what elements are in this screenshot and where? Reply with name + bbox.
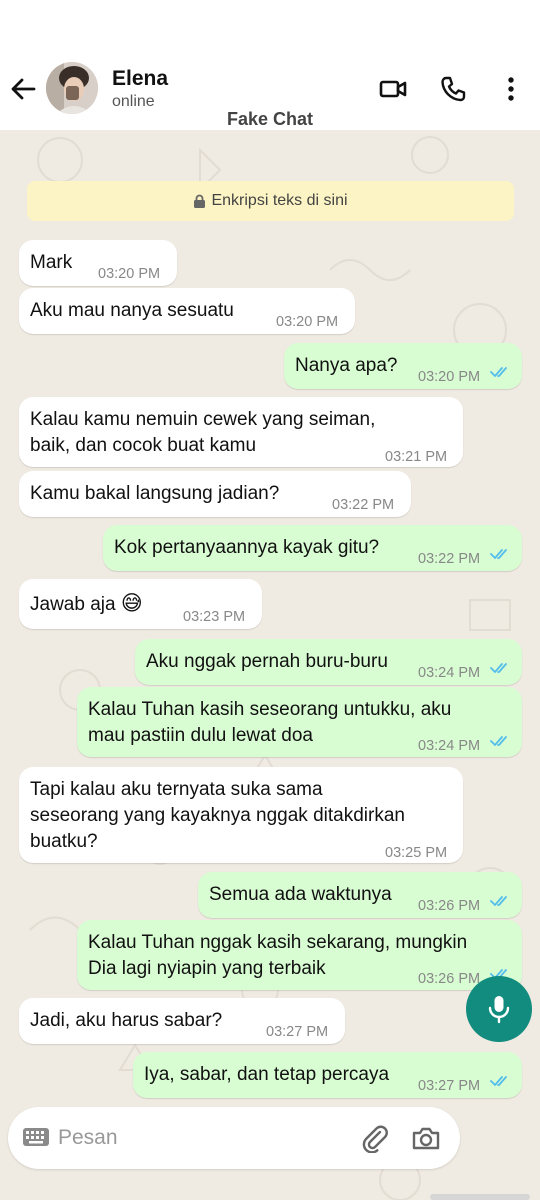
- message-time: 03:27 PM: [266, 1024, 329, 1040]
- video-call-icon[interactable]: [378, 74, 408, 104]
- message-bubble-incoming[interactable]: Aku mau nanya sesuatu 03:20 PM: [19, 288, 355, 334]
- message-line: Jawab aja: [30, 594, 116, 615]
- message-input[interactable]: [58, 1123, 298, 1153]
- message-line: Dia lagi nyiapin yang terbaik: [88, 958, 326, 979]
- encryption-text: Enkripsi teks di sini: [211, 192, 348, 209]
- message-time: 03:20 PM: [418, 369, 481, 385]
- message-bubble-incoming[interactable]: Jadi, aku harus sabar? 03:27 PM: [19, 998, 345, 1044]
- read-receipt-icon: [490, 736, 507, 746]
- message-line: Kalau kamu nemuin cewek yang seiman,: [30, 409, 376, 430]
- message-bubble-incoming[interactable]: Kalau kamu nemuin cewek yang seiman, bai…: [19, 397, 463, 467]
- message-time: 03:27 PM: [418, 1078, 481, 1094]
- message-bubble-outgoing[interactable]: Kok pertanyaannya kayak gitu? 03:22 PM: [103, 525, 522, 571]
- more-options-icon[interactable]: [496, 74, 526, 104]
- read-receipt-icon: [490, 367, 507, 377]
- message-text: Mark: [30, 252, 73, 273]
- message-text: Kalau Tuhan nggak kasih sekarang, mungki…: [88, 930, 467, 982]
- message-line: Kalau Tuhan nggak kasih sekarang, mungki…: [88, 932, 468, 953]
- read-receipt-icon: [490, 1076, 507, 1086]
- read-receipt-icon: [490, 896, 507, 906]
- message-time: 03:25 PM: [385, 845, 448, 861]
- message-line: buatku?: [30, 831, 98, 852]
- message-bubble-outgoing[interactable]: Kalau Tuhan kasih seseorang untukku, aku…: [77, 687, 522, 757]
- message-bubble-outgoing[interactable]: Iya, sabar, dan tetap percaya 03:27 PM: [133, 1052, 522, 1098]
- message-text: Nanya apa?: [295, 355, 398, 376]
- grinning-sweat-emoji: 😅: [120, 592, 143, 615]
- camera-icon[interactable]: [411, 1123, 441, 1153]
- encryption-notice[interactable]: Enkripsi teks di sini: [27, 181, 514, 221]
- read-receipt-icon: [490, 663, 507, 673]
- message-line: baik, dan cocok buat kamu: [30, 435, 257, 456]
- back-arrow-icon[interactable]: [8, 74, 38, 104]
- message-text: Kamu bakal langsung jadian?: [30, 483, 280, 504]
- message-time: 03:24 PM: [418, 738, 481, 754]
- avatar[interactable]: [46, 62, 98, 114]
- message-text: Tapi kalau aku ternyata suka sama seseor…: [30, 777, 405, 855]
- message-composer: [8, 1107, 460, 1169]
- navigation-handle: [430, 1194, 530, 1200]
- message-text: Kalau Tuhan kasih seseorang untukku, aku…: [88, 697, 451, 749]
- message-bubble-incoming[interactable]: Kamu bakal langsung jadian? 03:22 PM: [19, 471, 411, 517]
- message-text: Aku nggak pernah buru-buru: [146, 651, 388, 672]
- message-time: 03:23 PM: [183, 609, 246, 625]
- microphone-button[interactable]: [466, 976, 532, 1042]
- microphone-icon: [488, 996, 510, 1024]
- message-text: Kalau kamu nemuin cewek yang seiman, bai…: [30, 407, 375, 459]
- message-text: Aku mau nanya sesuatu: [30, 300, 234, 321]
- message-text: Kok pertanyaannya kayak gitu?: [114, 537, 380, 558]
- lock-icon: [194, 194, 206, 208]
- message-bubble-outgoing[interactable]: Aku nggak pernah buru-buru 03:24 PM: [135, 639, 522, 685]
- message-time: 03:26 PM: [418, 971, 481, 987]
- message-bubble-outgoing[interactable]: Nanya apa? 03:20 PM: [284, 343, 522, 389]
- message-line: Kalau Tuhan kasih seseorang untukku, aku: [88, 699, 452, 720]
- message-line: seseorang yang kayaknya nggak ditakdirka…: [30, 805, 405, 826]
- read-receipt-icon: [490, 549, 507, 559]
- contact-name[interactable]: Elena: [112, 67, 168, 91]
- keyboard-icon[interactable]: [22, 1126, 50, 1148]
- message-text: Iya, sabar, dan tetap percaya: [144, 1064, 390, 1085]
- message-time: 03:26 PM: [418, 898, 481, 914]
- chat-area[interactable]: Enkripsi teks di sini Mark 03:20 PM Aku …: [0, 130, 540, 1200]
- message-text: Jadi, aku harus sabar?: [30, 1010, 223, 1031]
- chat-header: Elena online Fake Chat: [0, 56, 540, 130]
- message-time: 03:22 PM: [418, 551, 481, 567]
- message-bubble-incoming[interactable]: Tapi kalau aku ternyata suka sama seseor…: [19, 767, 463, 863]
- message-line: mau pastiin dulu lewat doa: [88, 725, 313, 746]
- message-bubble-outgoing[interactable]: Semua ada waktunya 03:26 PM: [198, 872, 522, 918]
- message-time: 03:20 PM: [276, 314, 339, 330]
- message-bubble-incoming[interactable]: Mark 03:20 PM: [19, 240, 177, 286]
- watermark: Fake Chat: [226, 109, 314, 129]
- message-time: 03:22 PM: [332, 497, 395, 513]
- status-bar: [0, 0, 540, 56]
- message-text: Semua ada waktunya: [209, 884, 392, 905]
- message-text: Jawab aja 😅: [30, 591, 143, 618]
- message-line: Tapi kalau aku ternyata suka sama: [30, 779, 323, 800]
- message-time: 03:21 PM: [385, 449, 448, 465]
- voice-call-icon[interactable]: [438, 74, 468, 104]
- message-bubble-incoming[interactable]: Jawab aja 😅 03:23 PM: [19, 579, 262, 629]
- message-time: 03:20 PM: [98, 266, 161, 282]
- message-bubble-outgoing[interactable]: Kalau Tuhan nggak kasih sekarang, mungki…: [77, 920, 522, 990]
- message-time: 03:24 PM: [418, 665, 481, 681]
- paperclip-icon[interactable]: [360, 1123, 390, 1153]
